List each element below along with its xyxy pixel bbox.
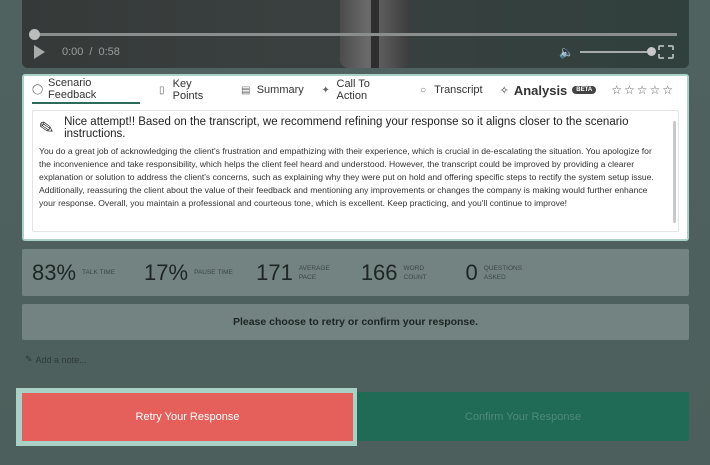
play-button[interactable]	[34, 44, 45, 60]
add-note-label: Add a note...	[35, 354, 87, 365]
stat-value: 171	[256, 259, 293, 285]
tab-scenario-feedback[interactable]: ◯ Scenario Feedback	[32, 76, 140, 104]
confirm-button[interactable]: Confirm Your Response	[357, 392, 689, 441]
stat-word-count: 166 WORD COUNT	[361, 260, 444, 286]
play-icon	[34, 45, 45, 59]
retry-button[interactable]: Retry Your Response	[22, 393, 353, 441]
scrollbar[interactable]	[673, 121, 676, 223]
pencil-icon: ✎	[25, 354, 33, 364]
feedback-body: You do a great job of acknowledging the …	[39, 146, 654, 208]
tab-label: Key Points	[172, 78, 204, 102]
sparkle-icon: ✦	[321, 84, 330, 96]
speaker-icon[interactable]: 🔈	[559, 45, 574, 59]
tab-label: Transcript	[434, 84, 483, 96]
stat-value: 0	[465, 259, 478, 285]
lightbulb-icon: ◯	[32, 83, 44, 95]
stat-average-pace: 171 AVERAGE PACE	[256, 260, 339, 286]
stat-label: WORD COUNT	[403, 264, 427, 281]
stat-value: 166	[360, 259, 398, 285]
tab-call-to-action[interactable]: ✦ Call To Action	[321, 76, 401, 104]
star-icon[interactable]: ☆	[611, 83, 622, 97]
stat-label: PAUSE TIME	[194, 269, 233, 276]
feedback-title: Nice attempt!! Based on the transcript, …	[64, 116, 629, 140]
stat-label: QUESTIONS ASKED	[483, 264, 523, 281]
analysis-section: ✧ Analysis BETA ☆ ☆ ☆ ☆ ☆	[500, 83, 673, 98]
feedback-header: ✎ Nice attempt!! Based on the transcript…	[33, 111, 678, 140]
tab-label: Call To Action	[336, 78, 370, 102]
feedback-card: ◯ Scenario Feedback ▯ Key Points ▤ Summa…	[22, 74, 689, 241]
duration: 0:58	[98, 46, 120, 58]
tab-label: Summary	[256, 84, 304, 96]
bookmark-icon: ▯	[159, 84, 165, 96]
time-separator: /	[89, 46, 93, 58]
video-progress-bar[interactable]	[34, 33, 677, 36]
fullscreen-icon	[657, 44, 675, 62]
stat-value: 83%	[32, 259, 77, 285]
current-time: 0:00	[62, 46, 84, 58]
pencil-icon: ✎	[37, 116, 56, 139]
stat-value: 17%	[144, 259, 189, 285]
rating-stars[interactable]: ☆ ☆ ☆ ☆ ☆	[611, 83, 673, 97]
stat-label: AVERAGE PACE	[298, 264, 330, 281]
feedback-content: ✎ Nice attempt!! Based on the transcript…	[32, 110, 679, 232]
fullscreen-button[interactable]	[657, 44, 675, 62]
volume-control[interactable]: 🔈	[559, 44, 656, 60]
chat-icon: ○	[420, 84, 427, 96]
choose-prompt: Please choose to retry or confirm your r…	[22, 304, 689, 340]
star-icon[interactable]: ☆	[637, 83, 648, 97]
video-player[interactable]: 0:00 / 0:58 🔈	[22, 0, 689, 68]
sparkles-icon: ✧	[499, 84, 509, 97]
volume-slider[interactable]	[579, 47, 656, 56]
tab-label: Scenario Feedback	[48, 77, 97, 101]
tab-transcript[interactable]: ○ Transcript	[418, 76, 483, 104]
video-progress-knob[interactable]	[29, 29, 40, 40]
tab-summary[interactable]: ▤ Summary	[241, 76, 304, 104]
add-note-link[interactable]: ✎ Add a note...	[25, 354, 87, 365]
document-icon: ▤	[240, 84, 251, 96]
star-icon[interactable]: ☆	[649, 83, 660, 97]
stats-bar: 83% TALK TIME 17% PAUSE TIME 171 AVERAGE…	[22, 249, 689, 296]
feedback-tabs: ◯ Scenario Feedback ▯ Key Points ▤ Summa…	[24, 76, 687, 104]
stat-label: TALK TIME	[82, 269, 116, 276]
tab-key-points[interactable]: ▯ Key Points	[157, 76, 224, 104]
analysis-label: Analysis	[513, 82, 568, 98]
star-icon[interactable]: ☆	[662, 83, 673, 97]
beta-badge: BETA	[572, 86, 597, 94]
video-time: 0:00 / 0:58	[62, 44, 120, 60]
stat-talk-time: 83% TALK TIME	[32, 260, 122, 286]
volume-knob[interactable]	[646, 47, 656, 56]
stat-pause-time: 17% PAUSE TIME	[144, 260, 234, 286]
star-icon[interactable]: ☆	[624, 83, 635, 97]
stat-questions-asked: 0 QUESTIONS ASKED	[466, 260, 524, 286]
